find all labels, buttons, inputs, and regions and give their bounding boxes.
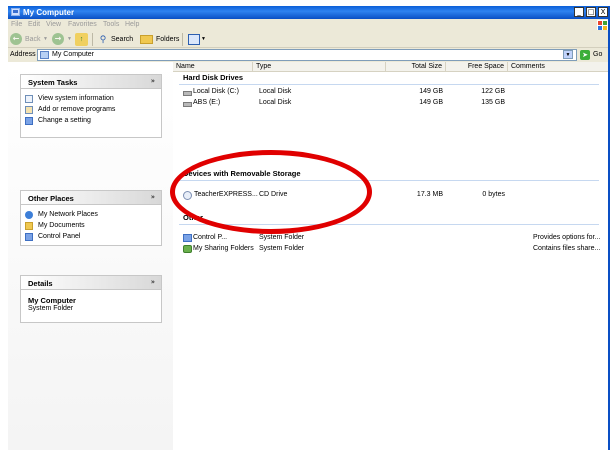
go-arrow-icon[interactable]: ➤: [580, 50, 590, 60]
details-title: Details: [28, 279, 53, 288]
go-button[interactable]: Go: [593, 50, 602, 60]
control-panel-icon: [183, 234, 192, 242]
other-places-panel: Other Places » My Network Places My Docu…: [20, 190, 162, 246]
add-remove-programs-icon: [25, 106, 33, 114]
group-divider: [179, 180, 599, 181]
file-list: Name Type Total Size Free Space Comments…: [173, 62, 610, 450]
window-title: My Computer: [23, 8, 75, 17]
menu-file[interactable]: File: [11, 20, 22, 30]
system-tasks-header[interactable]: System Tasks »: [21, 75, 161, 89]
network-places-icon: [25, 211, 33, 219]
item-free-space: 135 GB: [481, 99, 505, 106]
column-header-type[interactable]: Type: [253, 62, 386, 72]
menu-view[interactable]: View: [46, 20, 61, 30]
address-bar: Address My Computer ▼ ➤ Go: [8, 48, 610, 62]
hard-disk-icon: [183, 91, 192, 96]
item-name: Control P...: [193, 234, 228, 241]
toolbar: ← Back ▼ → ▼ ↑ ⚲ Search Folders ▼: [8, 31, 610, 48]
task-pane: System Tasks » View system information A…: [8, 62, 173, 450]
sharing-folders-icon: [183, 245, 192, 253]
menu-bar: File Edit View Favorites Tools Help: [8, 19, 610, 31]
documents-folder-icon: [25, 222, 33, 230]
search-button[interactable]: Search: [111, 33, 133, 46]
title-bar[interactable]: My Computer _ □ X: [8, 6, 610, 19]
address-dropdown-icon[interactable]: ▼: [563, 50, 573, 59]
control-panel-icon: [25, 117, 33, 125]
group-header-removable-storage: Devices with Removable Storage: [183, 169, 301, 178]
views-icon[interactable]: [188, 34, 200, 45]
other-places-title: Other Places: [28, 194, 74, 203]
close-button[interactable]: X: [598, 7, 608, 17]
item-name: Local Disk (C:): [193, 88, 239, 95]
item-type: Local Disk: [259, 99, 292, 106]
forward-dropdown-icon[interactable]: ▼: [67, 33, 72, 46]
other-places-header[interactable]: Other Places »: [21, 191, 161, 205]
collapse-chevron-icon[interactable]: »: [151, 77, 155, 86]
details-header[interactable]: Details »: [21, 276, 161, 290]
column-header-total-size[interactable]: Total Size: [386, 62, 446, 72]
group-header-hard-disk-drives: Hard Disk Drives: [183, 73, 244, 82]
cd-drive-icon: [183, 191, 192, 200]
item-name: My Sharing Folders: [193, 245, 254, 252]
item-comments: Provides options for...: [533, 234, 601, 241]
item-type: System Folder: [259, 234, 305, 241]
system-tasks-panel: System Tasks » View system information A…: [20, 74, 162, 138]
item-name: ABS (E:): [193, 99, 221, 106]
back-arrow-icon[interactable]: ←: [10, 33, 22, 45]
item-total-size: 149 GB: [419, 88, 443, 95]
back-button[interactable]: Back: [25, 33, 41, 46]
item-total-size: 149 GB: [419, 99, 443, 106]
views-dropdown-icon[interactable]: ▼: [201, 33, 206, 46]
column-header-comments[interactable]: Comments: [508, 62, 610, 72]
up-folder-icon[interactable]: ↑: [75, 33, 88, 46]
back-dropdown-icon[interactable]: ▼: [43, 33, 48, 46]
windows-logo-icon: [597, 20, 608, 30]
address-label: Address: [10, 51, 36, 58]
item-type: Local Disk: [259, 88, 292, 95]
menu-help[interactable]: Help: [125, 20, 139, 30]
item-type: System Folder: [259, 245, 305, 252]
item-free-space: 0 bytes: [482, 191, 505, 198]
maximize-button[interactable]: □: [586, 7, 596, 17]
folders-icon[interactable]: [140, 35, 153, 44]
search-icon[interactable]: ⚲: [97, 33, 109, 46]
explorer-window: My Computer _ □ X File Edit View Favorit…: [8, 6, 610, 450]
item-comments: Contains files share...: [533, 245, 601, 252]
folders-button[interactable]: Folders: [156, 33, 179, 46]
column-header-name[interactable]: Name: [173, 62, 253, 72]
hard-disk-icon: [183, 102, 192, 107]
my-computer-icon: [11, 8, 20, 16]
collapse-chevron-icon[interactable]: »: [151, 278, 155, 287]
forward-arrow-icon[interactable]: →: [52, 33, 64, 45]
item-type: CD Drive: [259, 191, 288, 198]
column-header-free-space[interactable]: Free Space: [446, 62, 508, 72]
menu-tools[interactable]: Tools: [103, 20, 119, 30]
toolbar-separator: [92, 33, 93, 46]
group-header-other: Other: [183, 213, 204, 222]
address-field[interactable]: My Computer: [37, 49, 577, 61]
content-area: System Tasks » View system information A…: [8, 62, 610, 450]
menu-edit[interactable]: Edit: [28, 20, 40, 30]
details-panel: Details » My Computer System Folder: [20, 275, 162, 323]
info-icon: [25, 95, 33, 103]
item-name: TeacherEXPRESS...: [194, 191, 258, 198]
item-total-size: 17.3 MB: [416, 191, 443, 198]
toolbar-separator: [182, 33, 183, 46]
item-free-space: 122 GB: [481, 88, 505, 95]
details-type: System Folder: [28, 305, 74, 312]
group-divider: [179, 224, 599, 225]
minimize-button[interactable]: _: [574, 7, 584, 17]
address-value: My Computer: [52, 51, 95, 58]
menu-favorites[interactable]: Favorites: [68, 20, 97, 30]
collapse-chevron-icon[interactable]: »: [151, 193, 155, 202]
system-tasks-title: System Tasks: [28, 78, 78, 87]
group-divider: [179, 84, 599, 85]
control-panel-icon: [25, 233, 33, 241]
my-computer-icon: [40, 51, 49, 59]
